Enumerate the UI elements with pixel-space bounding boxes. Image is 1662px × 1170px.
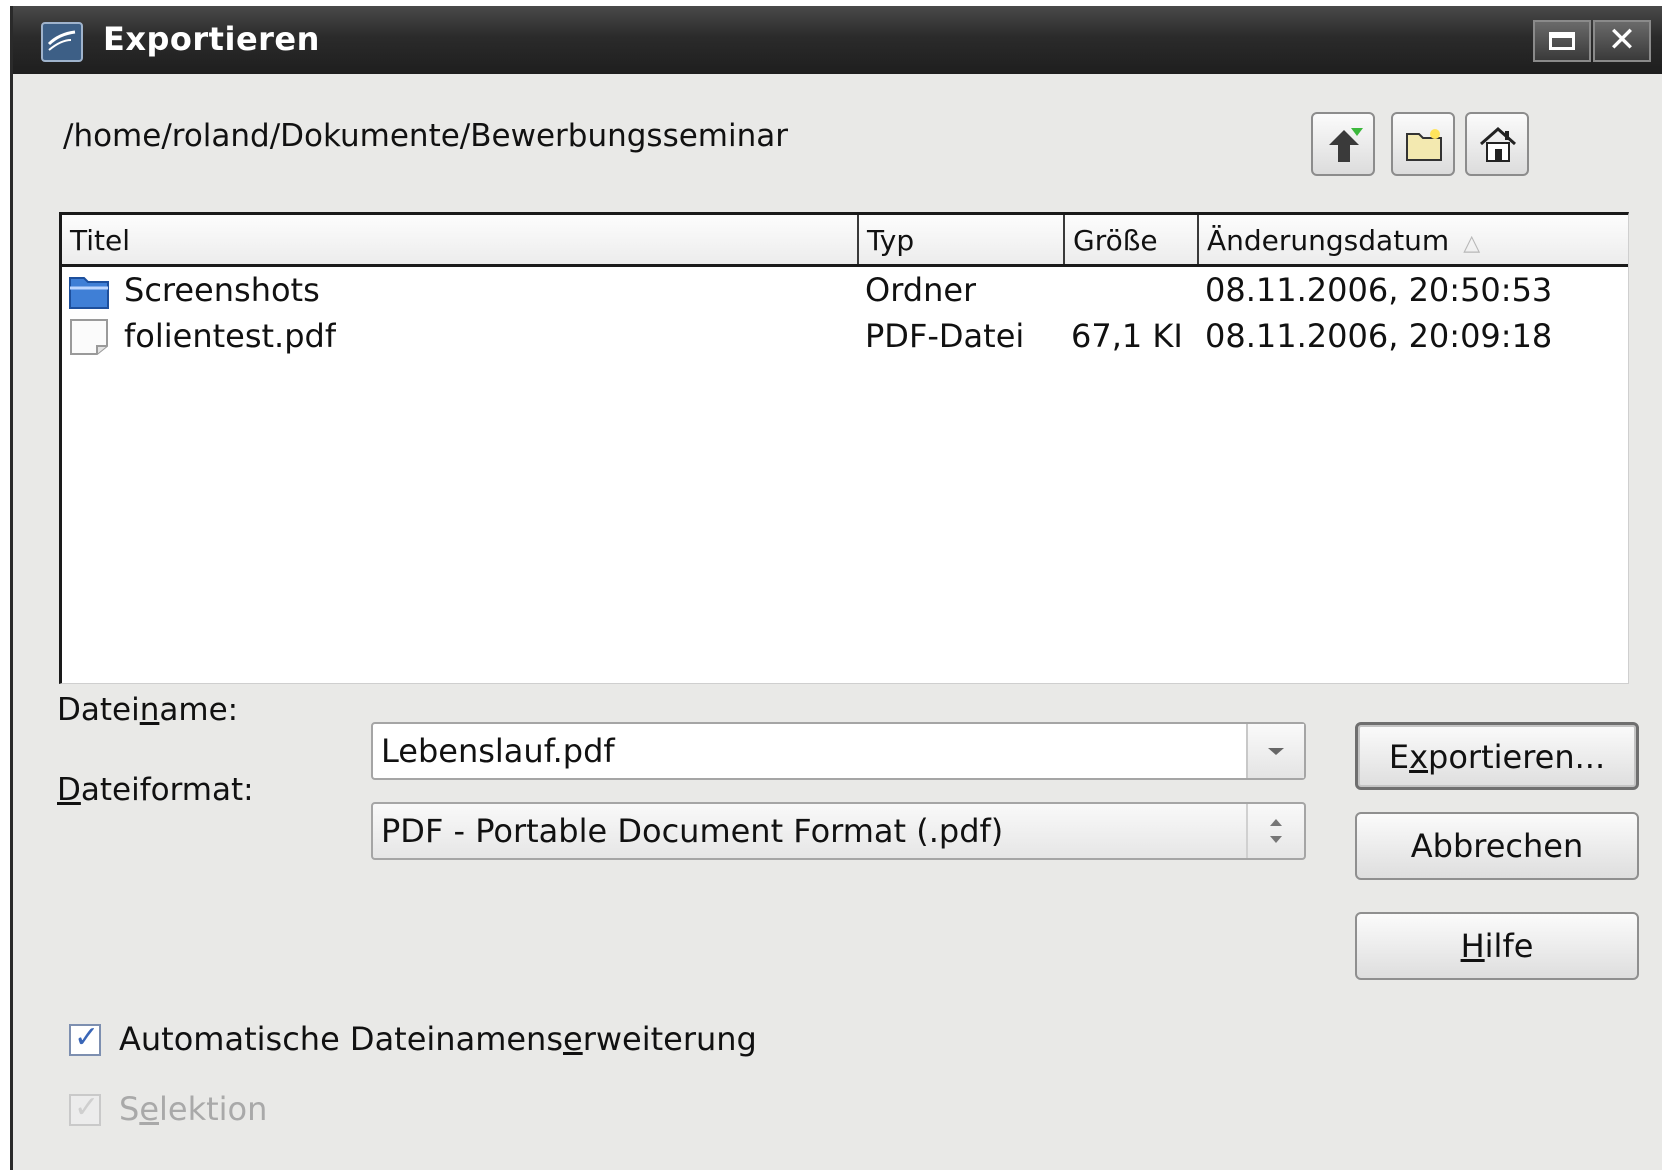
file-row-screenshots[interactable]: Screenshots Ordner 08.11.2006, 20:50:53 xyxy=(62,267,1628,313)
app-icon xyxy=(41,22,83,62)
home-button[interactable] xyxy=(1465,112,1529,176)
close-button[interactable]: ✕ xyxy=(1593,20,1651,62)
close-icon: ✕ xyxy=(1607,20,1637,60)
format-select[interactable]: PDF - Portable Document Format (.pdf) xyxy=(371,802,1306,860)
help-button[interactable]: Hilfe xyxy=(1355,912,1639,980)
document-icon xyxy=(70,319,108,355)
folder-icon xyxy=(69,277,109,309)
new-folder-button[interactable] xyxy=(1391,112,1455,176)
title-bar[interactable]: Exportieren ✕ xyxy=(13,6,1662,74)
file-type: Ordner xyxy=(865,271,977,309)
auto-extension-checkbox[interactable]: ✓ xyxy=(69,1020,101,1056)
cancel-button[interactable]: Abbrechen xyxy=(1355,812,1639,880)
file-name: folientest.pdf xyxy=(124,317,337,355)
column-header-date[interactable]: Änderungsdatum △ xyxy=(1199,215,1627,264)
filename-combobox[interactable]: Lebenslauf.pdf xyxy=(371,722,1306,780)
file-list-header: Titel Typ Größe Änderungsdatum △ xyxy=(62,215,1628,267)
filename-dropdown-button[interactable] xyxy=(1246,724,1304,778)
file-type: PDF-Datei xyxy=(865,317,1025,355)
file-date: 08.11.2006, 20:09:18 xyxy=(1205,317,1553,355)
format-label: Dateiformat: xyxy=(57,772,254,808)
filename-input[interactable]: Lebenslauf.pdf xyxy=(381,724,615,778)
maximize-icon xyxy=(1549,32,1575,50)
file-name: Screenshots xyxy=(124,271,320,309)
up-down-arrows-icon xyxy=(1270,819,1282,843)
column-header-title[interactable]: Titel xyxy=(62,215,859,264)
auto-extension-label[interactable]: Automatische Dateinamenserweiterung xyxy=(119,1020,757,1058)
file-size: 67,1 KI xyxy=(1071,317,1183,355)
column-header-type[interactable]: Typ xyxy=(859,215,1065,264)
selection-label: Selektion xyxy=(119,1090,268,1128)
sort-ascending-icon: △ xyxy=(1463,231,1481,256)
export-dialog: Exportieren ✕ /home/roland/Dokumente/Bew… xyxy=(10,6,1662,1170)
column-header-size[interactable]: Größe xyxy=(1065,215,1199,264)
file-date: 08.11.2006, 20:50:53 xyxy=(1205,271,1553,309)
window-title: Exportieren xyxy=(103,20,320,58)
file-list[interactable]: Titel Typ Größe Änderungsdatum △ Screensh… xyxy=(59,212,1629,684)
file-row-folientest[interactable]: folientest.pdf PDF-Datei 67,1 KI 08.11.2… xyxy=(62,313,1628,359)
checkmark-icon: ✓ xyxy=(74,1020,100,1055)
current-path: /home/roland/Dokumente/Bewerbungsseminar xyxy=(63,118,788,154)
new-folder-icon xyxy=(1406,129,1442,161)
filename-label: Dateiname: xyxy=(57,692,239,728)
maximize-button[interactable] xyxy=(1533,20,1591,62)
home-icon xyxy=(1480,126,1516,162)
checkmark-icon: ✓ xyxy=(74,1090,100,1125)
format-value: PDF - Portable Document Format (.pdf) xyxy=(381,812,1004,850)
chevron-down-icon xyxy=(1268,748,1284,755)
up-folder-button[interactable] xyxy=(1311,112,1375,176)
format-select-arrows[interactable] xyxy=(1246,804,1304,858)
selection-checkbox: ✓ xyxy=(69,1090,101,1126)
up-folder-icon xyxy=(1329,128,1363,162)
export-button[interactable]: Exportieren... xyxy=(1355,722,1639,790)
